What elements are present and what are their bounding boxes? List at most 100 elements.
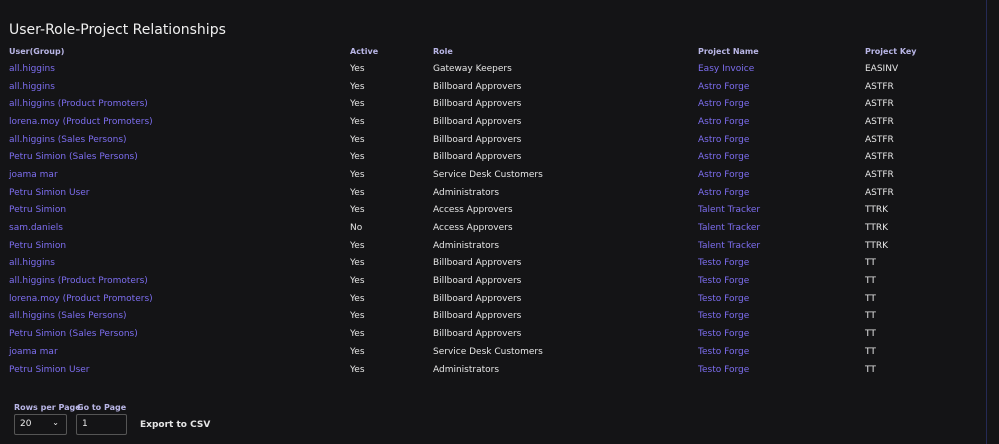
cell-project-key: TT — [865, 311, 876, 322]
cell-project-name[interactable]: Astro Forge — [698, 113, 865, 131]
cell-active: Yes — [350, 169, 365, 180]
cell-project-key: TTRK — [865, 223, 888, 234]
table-row: all.higgins (Sales Persons) Yes Billboard … — [9, 131, 965, 149]
cell-project-key: TT — [865, 346, 876, 357]
table-row: sam.daniels No Access Approvers Talent Trac… — [9, 219, 965, 237]
table-row: Petru Simion User Yes Administrators Astro … — [9, 184, 965, 202]
rows-per-page-select[interactable]: 20 ⌄ — [14, 414, 67, 435]
table-row: all.higgins Yes Billboard Approvers Astro F… — [9, 78, 965, 96]
rows-per-page-value: 20 — [20, 419, 32, 429]
chevron-down-icon: ⌄ — [52, 418, 59, 427]
cell-user[interactable]: sam.daniels — [9, 219, 350, 237]
cell-active: Yes — [350, 116, 365, 127]
cell-role: Administrators — [433, 240, 500, 251]
cell-project-name[interactable]: Testo Forge — [698, 290, 865, 308]
cell-active: Yes — [350, 293, 365, 304]
cell-active: Yes — [350, 99, 365, 110]
cell-user[interactable]: lorena.moy (Product Promoters) — [9, 113, 350, 131]
cell-user[interactable]: all.higgins (Sales Persons) — [9, 131, 350, 149]
cell-active: Yes — [350, 329, 365, 340]
col-project-name[interactable]: Project Name — [698, 43, 865, 60]
cell-project-name[interactable]: Testo Forge — [698, 343, 865, 361]
cell-project-key: TT — [865, 329, 876, 340]
cell-project-name[interactable]: Talent Tracker — [698, 237, 865, 255]
cell-role: Access Approvers — [433, 223, 513, 234]
cell-role: Billboard Approvers — [433, 116, 522, 127]
table-row: Petru Simion (Sales Persons) Yes Billboard… — [9, 325, 965, 343]
go-to-page-label: Go to Page — [77, 403, 127, 412]
cell-active: Yes — [350, 187, 365, 198]
cell-user[interactable]: Petru Simion User — [9, 361, 350, 379]
cell-project-name[interactable]: Astro Forge — [698, 95, 865, 113]
table-row: lorena.moy (Product Promoters) Yes Billboa… — [9, 113, 965, 131]
cell-project-key: TT — [865, 258, 876, 269]
cell-project-name[interactable]: Testo Forge — [698, 361, 865, 379]
cell-role: Billboard Approvers — [433, 276, 522, 287]
cell-user[interactable]: joama mar — [9, 343, 350, 361]
cell-project-name[interactable]: Testo Forge — [698, 255, 865, 273]
cell-project-name[interactable]: Testo Forge — [698, 325, 865, 343]
cell-project-key: EASINV — [865, 63, 899, 74]
cell-project-key: ASTFR — [865, 81, 894, 92]
cell-active: Yes — [350, 258, 365, 269]
cell-user[interactable]: all.higgins — [9, 255, 350, 273]
cell-user[interactable]: Petru Simion User — [9, 184, 350, 202]
cell-active: Yes — [350, 63, 365, 74]
col-user[interactable]: User(Group) — [9, 43, 350, 60]
cell-active: No — [350, 223, 363, 234]
page-title: User-Role-Project Relationships — [9, 22, 226, 38]
table-row: all.higgins (Sales Persons) Yes Billboard … — [9, 308, 965, 326]
table-row: all.higgins (Product Promoters) Yes Billbo… — [9, 272, 965, 290]
table-row: joama mar Yes Service Desk Customers Testo … — [9, 343, 965, 361]
col-project-key[interactable]: Project Key — [865, 43, 965, 60]
cell-project-name[interactable]: Astro Forge — [698, 78, 865, 96]
cell-project-name[interactable]: Talent Tracker — [698, 219, 865, 237]
cell-user[interactable]: all.higgins (Product Promoters) — [9, 272, 350, 290]
cell-user[interactable]: lorena.moy (Product Promoters) — [9, 290, 350, 308]
cell-active: Yes — [350, 81, 365, 92]
cell-project-name[interactable]: Testo Forge — [698, 308, 865, 326]
table-row: all.higgins (Product Promoters) Yes Billbo… — [9, 95, 965, 113]
cell-active: Yes — [350, 240, 365, 251]
cell-project-name[interactable]: Testo Forge — [698, 272, 865, 290]
cell-user[interactable]: all.higgins (Product Promoters) — [9, 95, 350, 113]
cell-user[interactable]: Petru Simion (Sales Persons) — [9, 325, 350, 343]
cell-project-name[interactable]: Astro Forge — [698, 131, 865, 149]
cell-user[interactable]: Petru Simion (Sales Persons) — [9, 148, 350, 166]
cell-active: Yes — [350, 205, 365, 216]
table-row: all.higgins Yes Billboard Approvers Testo F… — [9, 255, 965, 273]
cell-role: Billboard Approvers — [433, 293, 522, 304]
col-active[interactable]: Active — [350, 43, 433, 60]
cell-active: Yes — [350, 134, 365, 145]
cell-role: Access Approvers — [433, 205, 513, 216]
cell-active: Yes — [350, 276, 365, 287]
cell-role: Billboard Approvers — [433, 258, 522, 269]
cell-project-name[interactable]: Talent Tracker — [698, 202, 865, 220]
cell-active: Yes — [350, 311, 365, 322]
cell-project-key: ASTFR — [865, 169, 894, 180]
cell-user[interactable]: all.higgins (Sales Persons) — [9, 308, 350, 326]
cell-role: Service Desk Customers — [433, 169, 543, 180]
cell-project-key: ASTFR — [865, 134, 894, 145]
cell-user[interactable]: Petru Simion — [9, 237, 350, 255]
cell-user[interactable]: Petru Simion — [9, 202, 350, 220]
cell-active: Yes — [350, 364, 365, 375]
cell-project-name[interactable]: Astro Forge — [698, 166, 865, 184]
cell-user[interactable]: all.higgins — [9, 60, 350, 78]
cell-project-key: TTRK — [865, 240, 888, 251]
cell-role: Administrators — [433, 187, 500, 198]
export-csv-button[interactable]: Export to CSV — [140, 420, 210, 430]
cell-project-key: ASTFR — [865, 187, 894, 198]
cell-active: Yes — [350, 152, 365, 163]
cell-project-name[interactable]: Astro Forge — [698, 148, 865, 166]
go-to-page-input[interactable]: 1 — [76, 414, 127, 435]
cell-project-key: ASTFR — [865, 116, 894, 127]
cell-user[interactable]: all.higgins — [9, 78, 350, 96]
cell-role: Service Desk Customers — [433, 346, 543, 357]
col-role[interactable]: Role — [433, 43, 698, 60]
cell-project-name[interactable]: Easy Invoice — [698, 60, 865, 78]
table-header: User(Group) Active Role Project Name Pro… — [9, 43, 965, 60]
cell-role: Billboard Approvers — [433, 329, 522, 340]
cell-user[interactable]: joama mar — [9, 166, 350, 184]
cell-project-name[interactable]: Astro Forge — [698, 184, 865, 202]
